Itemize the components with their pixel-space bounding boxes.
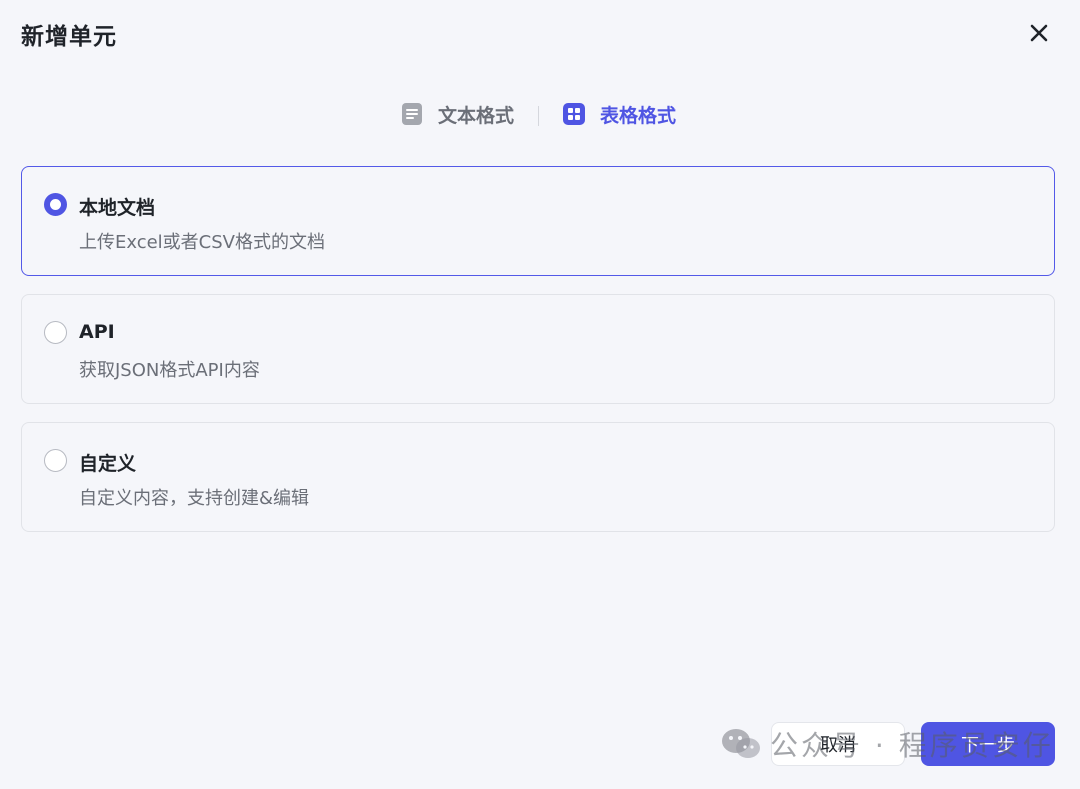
option-custom[interactable]: 自定义 自定义内容，支持创建&编辑: [21, 422, 1055, 532]
next-step-button[interactable]: 下一步: [921, 722, 1055, 766]
option-api[interactable]: API 获取JSON格式API内容: [21, 294, 1055, 404]
tab-table-format[interactable]: 表格格式: [562, 96, 676, 132]
radio-local-document[interactable]: [44, 193, 67, 216]
tab-divider: [538, 106, 539, 126]
close-button[interactable]: [1024, 18, 1054, 48]
format-tabs: 文本格式 表格格式: [0, 96, 1080, 132]
option-title: API: [79, 321, 115, 343]
option-description: 自定义内容，支持创建&编辑: [79, 488, 310, 509]
option-local-document[interactable]: 本地文档 上传Excel或者CSV格式的文档: [21, 166, 1055, 276]
option-title: 本地文档: [79, 197, 156, 219]
tab-text-format-label: 文本格式: [438, 104, 515, 127]
close-icon: [1030, 24, 1048, 42]
option-description: 获取JSON格式API内容: [79, 360, 260, 381]
option-title: 自定义: [79, 453, 137, 475]
wechat-icon: [722, 729, 760, 758]
cancel-button[interactable]: 取消: [771, 722, 905, 766]
dialog-title: 新增单元: [21, 24, 117, 50]
radio-custom[interactable]: [44, 449, 67, 472]
document-icon: [402, 103, 422, 125]
option-description: 上传Excel或者CSV格式的文档: [79, 232, 325, 253]
radio-api[interactable]: [44, 321, 67, 344]
table-icon: [563, 103, 585, 125]
tab-text-format[interactable]: 文本格式: [400, 96, 514, 132]
dialog-header: 新增单元: [0, 0, 1080, 70]
tab-table-format-label: 表格格式: [600, 104, 677, 127]
